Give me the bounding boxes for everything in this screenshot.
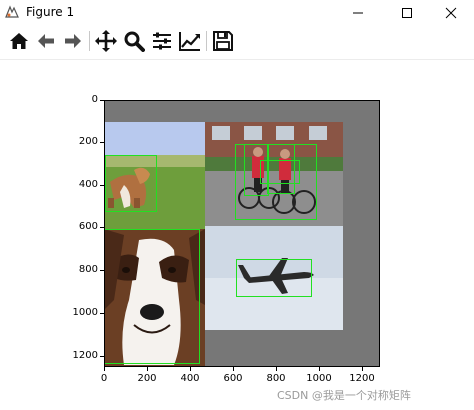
x-tick bbox=[276, 367, 277, 371]
y-tick-label: 600 bbox=[78, 221, 98, 232]
pan-button[interactable] bbox=[93, 28, 119, 54]
x-tick-label: 800 bbox=[266, 373, 286, 384]
back-icon bbox=[38, 34, 54, 48]
forward-button[interactable] bbox=[60, 28, 86, 54]
y-tick-label: 200 bbox=[78, 136, 98, 147]
y-tick bbox=[100, 100, 104, 101]
zoom-button[interactable] bbox=[121, 28, 147, 54]
x-tick bbox=[190, 367, 191, 371]
x-tick bbox=[104, 367, 105, 371]
edit-axis-button[interactable] bbox=[177, 28, 203, 54]
y-tick-label: 0 bbox=[91, 94, 98, 105]
x-tick-label: 1000 bbox=[306, 373, 332, 384]
close-button[interactable] bbox=[428, 0, 474, 25]
pan-icon bbox=[95, 30, 117, 52]
watermark-text: CSDN @我是一个对称矩阵 bbox=[277, 389, 411, 402]
maximize-button[interactable] bbox=[384, 0, 430, 25]
x-tick bbox=[147, 367, 148, 371]
y-tick-label: 800 bbox=[78, 264, 98, 275]
close-icon bbox=[445, 7, 457, 18]
save-icon bbox=[213, 31, 233, 51]
home-button[interactable] bbox=[6, 28, 32, 54]
x-tick-label: 400 bbox=[180, 373, 200, 384]
y-tick bbox=[100, 313, 104, 314]
x-tick-label: 200 bbox=[137, 373, 157, 384]
toolbar-separator bbox=[89, 31, 90, 51]
x-tick bbox=[233, 367, 234, 371]
y-tick bbox=[100, 270, 104, 271]
home-icon bbox=[10, 33, 28, 49]
forward-icon bbox=[65, 34, 81, 48]
y-tick bbox=[100, 185, 104, 186]
save-button[interactable] bbox=[210, 28, 236, 54]
x-tick bbox=[319, 367, 320, 371]
subplots-icon bbox=[153, 32, 171, 50]
navigation-toolbar bbox=[0, 25, 474, 60]
minimize-icon bbox=[353, 12, 363, 13]
x-tick-label: 0 bbox=[100, 373, 108, 384]
maximize-icon bbox=[402, 7, 412, 18]
y-tick-label: 400 bbox=[78, 179, 98, 190]
y-tick-label: 1000 bbox=[72, 307, 98, 318]
subplots-button[interactable] bbox=[149, 28, 175, 54]
title-bar: Figure 1 bbox=[0, 0, 474, 25]
x-tick-label: 1200 bbox=[349, 373, 375, 384]
y-tick-label: 1200 bbox=[72, 350, 98, 361]
back-button[interactable] bbox=[33, 28, 59, 54]
zoom-icon bbox=[124, 31, 145, 52]
x-tick bbox=[362, 367, 363, 371]
axes-frame bbox=[104, 100, 380, 367]
y-tick bbox=[100, 356, 104, 357]
window-title: Figure 1 bbox=[26, 5, 75, 19]
toolbar-separator bbox=[206, 31, 207, 51]
x-tick-label: 600 bbox=[223, 373, 243, 384]
matplotlib-app-icon bbox=[5, 5, 19, 18]
edit-axis-icon bbox=[179, 32, 200, 51]
y-tick bbox=[100, 227, 104, 228]
y-tick bbox=[100, 142, 104, 143]
minimize-button[interactable] bbox=[335, 0, 381, 25]
